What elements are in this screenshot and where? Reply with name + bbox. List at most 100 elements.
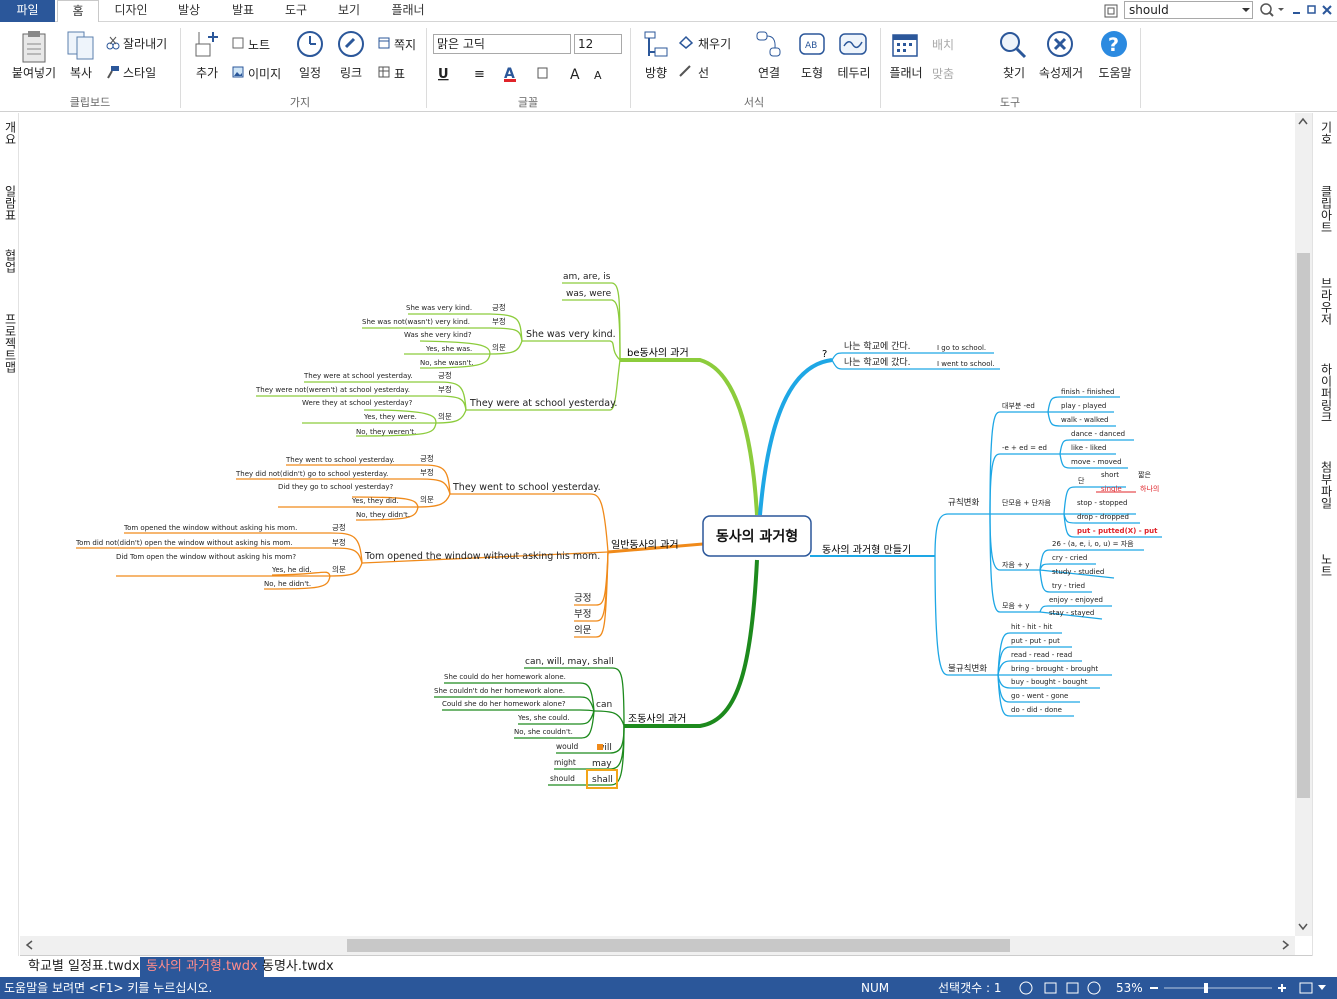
question-went-ko[interactable]: 나는 학교에 갔다. bbox=[844, 356, 911, 368]
search-dropdown-icon[interactable] bbox=[1241, 6, 1251, 14]
view-mode-icons[interactable] bbox=[1018, 980, 1108, 996]
rule-dan[interactable]: 단 bbox=[1078, 476, 1085, 485]
general-went[interactable]: They went to school yesterday. bbox=[452, 482, 601, 493]
ex-dropped[interactable]: drop - dropped bbox=[1077, 513, 1129, 521]
find-button[interactable]: 찾기 bbox=[996, 64, 1032, 81]
copy-button[interactable]: 복사 bbox=[64, 64, 98, 81]
general-went-no[interactable]: No, they didn't. bbox=[356, 511, 410, 519]
be-was-were[interactable]: was, were bbox=[566, 289, 612, 299]
line-button[interactable]: 선 bbox=[698, 64, 709, 81]
general-tom-pos[interactable]: Tom opened the window without asking his… bbox=[123, 524, 297, 532]
general-tom[interactable]: Tom opened the window without asking his… bbox=[364, 551, 600, 562]
be-school-yes[interactable]: Yes, they were. bbox=[363, 413, 417, 421]
ex-bring[interactable]: bring - brought - brought bbox=[1011, 665, 1098, 673]
modal-could-q[interactable]: Could she do her homework alone? bbox=[442, 700, 566, 708]
fill-button[interactable]: 채우기 bbox=[698, 35, 731, 52]
paste-button[interactable]: 붙여넣기 bbox=[6, 64, 62, 81]
ex-do[interactable]: do - did - done bbox=[1011, 706, 1062, 714]
connect-button[interactable]: 연결 bbox=[752, 64, 786, 81]
be-school-pos[interactable]: They were at school yesterday. bbox=[303, 372, 413, 380]
ex-liked[interactable]: like - liked bbox=[1071, 444, 1106, 452]
be-school-neg[interactable]: They were not(weren't) at school yesterd… bbox=[255, 386, 410, 394]
be-school-no[interactable]: No, they weren't. bbox=[356, 428, 416, 436]
mindmap-canvas[interactable]: 동사의 과거형 be동사의 과거 일반동사의 과거 조동사의 과거 ? 동사의 … bbox=[20, 113, 1295, 936]
tab-file[interactable]: 파일 bbox=[0, 0, 55, 22]
rule-e[interactable]: -e + ed = ed bbox=[1002, 444, 1047, 452]
question-go-ko[interactable]: 나는 학교에 간다. bbox=[844, 341, 911, 352]
tab-design[interactable]: 디자인 bbox=[104, 0, 158, 22]
scroll-left-icon[interactable] bbox=[25, 940, 33, 950]
panel-tab-clipart[interactable]: 클립아트 bbox=[1318, 185, 1335, 233]
memo-button[interactable]: 쪽지 bbox=[394, 36, 416, 53]
cut-button[interactable]: 잘라내기 bbox=[123, 35, 167, 52]
be-kind-yes[interactable]: Yes, she was. bbox=[425, 345, 472, 353]
be-am-are-is[interactable]: am, are, is bbox=[563, 272, 611, 282]
rule-consonant-y[interactable]: 자음 + y bbox=[1002, 560, 1029, 569]
ex-go[interactable]: go - went - gone bbox=[1011, 692, 1068, 700]
be-kind-no[interactable]: No, she wasn't. bbox=[420, 359, 474, 367]
question-go-en[interactable]: I go to school. bbox=[937, 344, 986, 352]
modal-would[interactable]: would bbox=[556, 742, 579, 751]
link-button[interactable]: 링크 bbox=[334, 64, 368, 81]
ex-walked[interactable]: walk - walked bbox=[1061, 416, 1109, 424]
ex-stopped[interactable]: stop - stopped bbox=[1077, 499, 1127, 507]
panel-tab-collab[interactable]: 협업 bbox=[2, 249, 19, 273]
scroll-up-icon[interactable] bbox=[1298, 117, 1308, 125]
add-button[interactable]: 추가 bbox=[190, 64, 224, 81]
panel-tab-outline[interactable]: 개요 bbox=[2, 121, 19, 145]
topic-be[interactable]: be동사의 과거 bbox=[627, 347, 689, 359]
doc-tab-school[interactable]: 학교별 일정표.twdx bbox=[22, 957, 146, 977]
question-went-en[interactable]: I went to school. bbox=[937, 360, 995, 368]
tab-home[interactable]: 홈 bbox=[57, 0, 99, 23]
ex-put[interactable]: put - putted(X) - put bbox=[1077, 527, 1158, 535]
rule-single-ko[interactable]: 하나의 bbox=[1140, 484, 1159, 493]
panel-tab-list[interactable]: 일람표 bbox=[2, 185, 19, 221]
ex-danced[interactable]: dance - danced bbox=[1071, 430, 1125, 438]
panel-tab-symbol[interactable]: 기호 bbox=[1318, 121, 1335, 145]
border-button[interactable]: 테두리 bbox=[834, 64, 874, 81]
doc-tab-gerund[interactable]: 동명사.twdx bbox=[256, 957, 340, 977]
search-icon[interactable] bbox=[1257, 1, 1287, 19]
general-neg[interactable]: 부정 bbox=[574, 609, 591, 620]
shape-button[interactable]: 도형 bbox=[794, 64, 830, 81]
be-school[interactable]: They were at school yesterday. bbox=[469, 398, 617, 409]
horizontal-scrollbar[interactable] bbox=[20, 936, 1295, 955]
irregular-label[interactable]: 불규칙변화 bbox=[948, 663, 987, 674]
ex-read[interactable]: read - read - read bbox=[1011, 651, 1072, 659]
be-kind-q[interactable]: Was she very kind? bbox=[404, 331, 472, 339]
modal-shall[interactable]: shall bbox=[592, 775, 613, 785]
modal-may[interactable]: may bbox=[592, 759, 612, 769]
panel-tab-projectmap[interactable]: 프로젝트맵 bbox=[2, 313, 19, 373]
modal-might[interactable]: might bbox=[554, 758, 576, 767]
ex-hit[interactable]: hit - hit - hit bbox=[1011, 623, 1053, 631]
tab-tools[interactable]: 도구 bbox=[274, 0, 318, 22]
font-name-select[interactable]: 맑은 고딕 bbox=[433, 34, 571, 54]
be-kind[interactable]: She was very kind. bbox=[526, 329, 616, 340]
ex-tried[interactable]: try - tried bbox=[1052, 582, 1085, 590]
general-went-pos[interactable]: They went to school yesterday. bbox=[285, 456, 395, 464]
general-pos[interactable]: 긍정 bbox=[574, 593, 591, 604]
font-format-icons[interactable]: U ≡ A A A bbox=[436, 64, 622, 82]
rule-short-vowel[interactable]: 단모음 + 단자음 bbox=[1002, 498, 1052, 507]
panel-tab-note[interactable]: 노트 bbox=[1318, 553, 1335, 577]
direction-button[interactable]: 방향 bbox=[640, 64, 672, 81]
modal-could-pos[interactable]: She could do her homework alone. bbox=[444, 673, 566, 681]
arrange-button[interactable]: 배치 bbox=[932, 36, 954, 53]
modal-could-yes[interactable]: Yes, she could. bbox=[517, 714, 570, 722]
vertical-scroll-thumb[interactable] bbox=[1297, 253, 1310, 798]
help-button[interactable]: 도움말 bbox=[1094, 64, 1136, 81]
modal-can[interactable]: can bbox=[596, 700, 612, 710]
ex-put-irr[interactable]: put - put - put bbox=[1011, 637, 1060, 645]
topic-general[interactable]: 일반동사의 과거 bbox=[611, 539, 679, 551]
general-went-neg[interactable]: They did not(didn't) go to school yester… bbox=[235, 470, 388, 478]
tab-present[interactable]: 발표 bbox=[220, 0, 266, 22]
image-button[interactable]: 이미지 bbox=[248, 65, 281, 82]
scroll-right-icon[interactable] bbox=[1282, 940, 1290, 950]
note-button[interactable]: 노트 bbox=[248, 36, 270, 53]
ex-finished[interactable]: finish - finished bbox=[1061, 388, 1114, 396]
topic-make[interactable]: 동사의 과거형 만들기 bbox=[822, 544, 911, 556]
rule-most[interactable]: 대부분 -ed bbox=[1002, 402, 1035, 410]
ex-studied[interactable]: study - studied bbox=[1052, 568, 1104, 576]
tab-view[interactable]: 보기 bbox=[326, 0, 372, 22]
modal-could-neg[interactable]: She couldn't do her homework alone. bbox=[434, 687, 565, 695]
